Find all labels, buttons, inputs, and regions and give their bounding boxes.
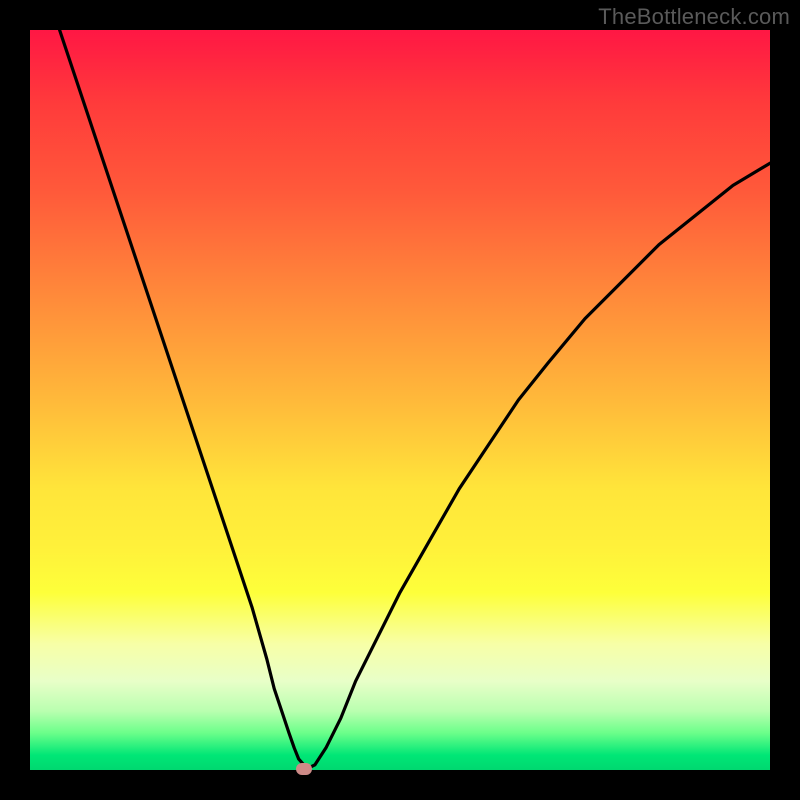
chart-frame: TheBottleneck.com [0, 0, 800, 800]
optimum-marker [296, 763, 312, 775]
bottleneck-curve [60, 30, 770, 768]
watermark-text: TheBottleneck.com [598, 4, 790, 30]
plot-area [30, 30, 770, 770]
curve-layer [30, 30, 770, 770]
